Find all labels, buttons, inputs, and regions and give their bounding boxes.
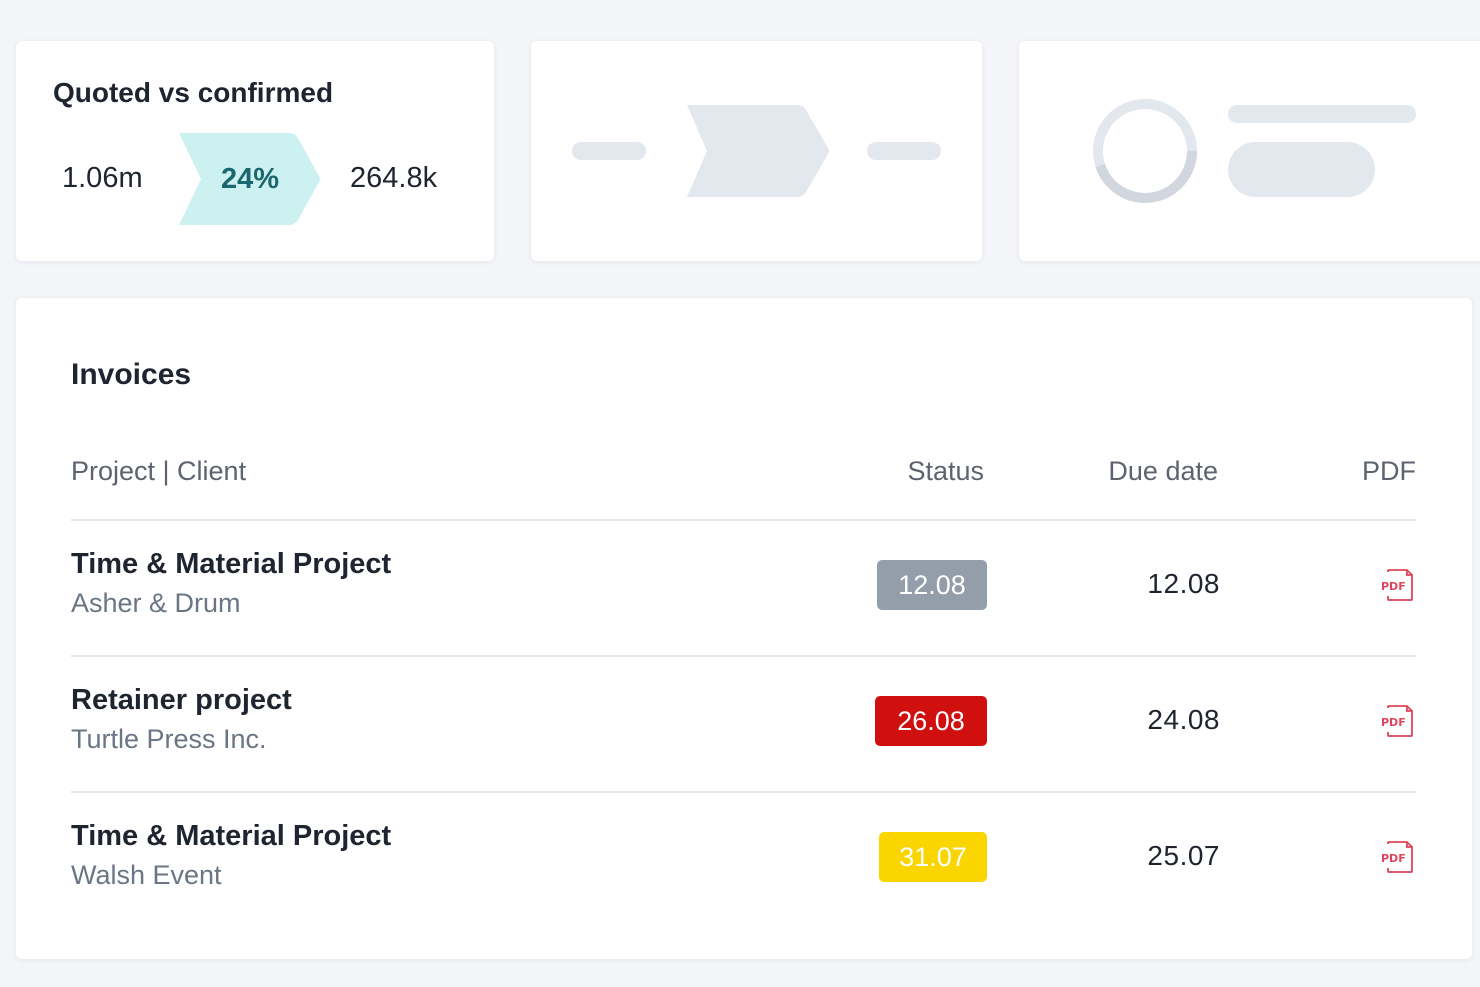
project-name[interactable]: Retainer project <box>71 684 292 717</box>
client-name: Walsh Event <box>71 860 222 890</box>
placeholder-card <box>531 41 982 261</box>
column-header-project-client: Project | Client <box>71 456 247 486</box>
column-header-status: Status <box>907 456 984 486</box>
due-date: 24.08 <box>1147 704 1220 735</box>
placeholder-card <box>1019 41 1480 261</box>
project-name[interactable]: Time & Material Project <box>71 820 391 853</box>
due-date: 25.07 <box>1147 840 1220 871</box>
confirmed-value: 264.8k <box>350 162 438 194</box>
pdf-icon[interactable]: PDF <box>1380 705 1414 737</box>
invoices-title: Invoices <box>71 358 192 391</box>
invoices-card: Invoices Project | Client Status Due dat… <box>16 298 1472 959</box>
project-name[interactable]: Time & Material Project <box>71 548 391 581</box>
status-badge: 31.07 <box>879 832 987 882</box>
placeholder-chevron-shape <box>687 105 829 197</box>
card-title: Quoted vs confirmed <box>53 77 334 108</box>
placeholder-bar <box>867 142 941 160</box>
placeholder-donut-shape <box>1093 99 1197 203</box>
column-header-due-date: Due date <box>1108 456 1218 486</box>
status-badge: 26.08 <box>875 696 987 746</box>
due-date: 12.08 <box>1147 568 1220 599</box>
table-row[interactable]: Retainer project Turtle Press Inc. 26.08… <box>16 656 1472 790</box>
table-row[interactable]: Time & Material Project Walsh Event 31.0… <box>16 792 1472 926</box>
quoted-vs-confirmed-card: Quoted vs confirmed 1.06m 24% 264.8k <box>16 41 494 261</box>
client-name: Turtle Press Inc. <box>71 724 267 754</box>
placeholder-bar <box>1228 105 1416 123</box>
placeholder-bar <box>1228 142 1375 197</box>
pdf-icon[interactable]: PDF <box>1380 569 1414 601</box>
svg-text:PDF: PDF <box>1381 852 1406 865</box>
client-name: Asher & Drum <box>71 588 241 618</box>
svg-text:PDF: PDF <box>1381 580 1406 593</box>
quoted-value: 1.06m <box>62 162 143 194</box>
pdf-icon[interactable]: PDF <box>1380 841 1414 873</box>
table-row[interactable]: Time & Material Project Asher & Drum 12.… <box>16 520 1472 654</box>
placeholder-bar <box>572 142 646 160</box>
conversion-percent: 24% <box>220 162 280 195</box>
svg-text:PDF: PDF <box>1381 716 1406 729</box>
column-header-pdf: PDF <box>1362 456 1416 486</box>
status-badge: 12.08 <box>877 560 987 610</box>
